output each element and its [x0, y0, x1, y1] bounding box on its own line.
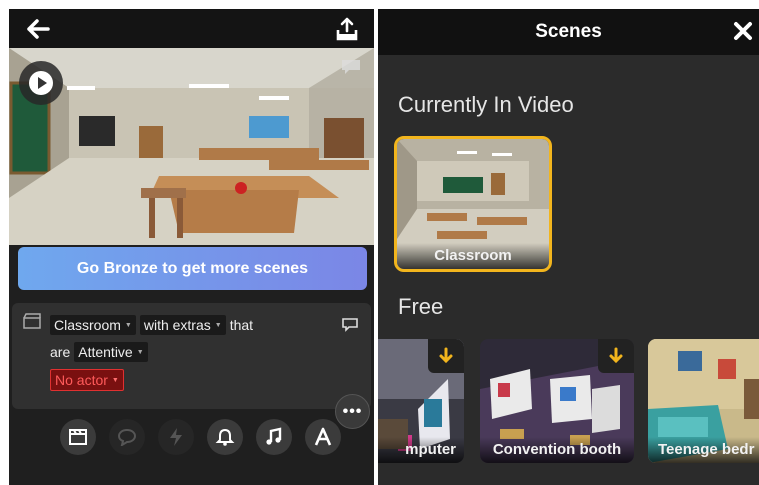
- download-badge[interactable]: [598, 339, 634, 373]
- free-heading: Free: [398, 294, 444, 319]
- scene-thumbnail-classroom[interactable]: Classroom: [394, 136, 552, 272]
- lightning-icon: [170, 428, 182, 446]
- actor-dropdown[interactable]: No actor ▼: [50, 369, 124, 391]
- dropdown-caret-icon: ▼: [111, 376, 119, 384]
- scene-line-1: Classroom ▼ with extras ▼ that: [50, 315, 257, 335]
- scene-thumbnail-computer[interactable]: mputer: [378, 339, 464, 463]
- scene-thumbnail-convention-booth[interactable]: Convention booth: [480, 339, 634, 463]
- actor-value: No actor: [55, 372, 108, 388]
- close-x-icon: [734, 22, 752, 40]
- that-text: that: [229, 317, 254, 333]
- scene-settings-card: Classroom ▼ with extras ▼ that are Atten…: [12, 303, 371, 409]
- dropdown-caret-icon: ▼: [136, 348, 144, 356]
- action-tool-button[interactable]: [158, 419, 194, 455]
- scene-preview[interactable]: [9, 48, 374, 245]
- close-button[interactable]: [733, 21, 753, 41]
- scene-line-2: are Attentive ▼: [50, 342, 152, 362]
- classroom-preview-image: [9, 48, 374, 245]
- mood-value: Attentive: [78, 344, 133, 360]
- text-tool-button[interactable]: [305, 419, 341, 455]
- back-button[interactable]: [23, 17, 53, 41]
- scene-label: Convention booth: [480, 437, 634, 463]
- arrow-left-icon: [27, 19, 50, 39]
- play-button[interactable]: [19, 61, 63, 105]
- bell-icon: [215, 428, 235, 446]
- scenes-header: Scenes: [378, 9, 759, 55]
- sound-effect-tool-button[interactable]: [207, 419, 243, 455]
- clapper-icon: [23, 313, 41, 334]
- play-icon: [29, 71, 53, 95]
- download-arrow-icon: [609, 347, 623, 364]
- scene-thumbnail-teenage-bedroom[interactable]: Teenage bedr: [648, 339, 759, 463]
- download-badge[interactable]: [428, 339, 464, 373]
- editor-panel: Go Bronze to get more scenes Classroom ▼…: [9, 9, 374, 485]
- scenes-panel: Scenes Currently In Video Classroom Free: [378, 9, 759, 485]
- currently-in-video-heading: Currently In Video: [398, 92, 574, 117]
- dialogue-tool-button[interactable]: [109, 419, 145, 455]
- speech-bubble-icon: [117, 428, 137, 446]
- go-bronze-button[interactable]: Go Bronze to get more scenes: [18, 247, 367, 290]
- comment-icon[interactable]: [338, 56, 364, 78]
- mood-dropdown[interactable]: Attentive ▼: [74, 342, 148, 362]
- music-note-icon: [266, 427, 282, 445]
- share-upload-icon: [336, 17, 358, 41]
- share-button[interactable]: [332, 15, 362, 43]
- scenes-title: Scenes: [535, 21, 602, 42]
- scene-dropdown[interactable]: Classroom ▼: [50, 315, 136, 335]
- music-tool-button[interactable]: [256, 419, 292, 455]
- editor-toolbar: [60, 419, 345, 459]
- scene-line-3: No actor ▼: [50, 369, 128, 391]
- scene-tool-button[interactable]: [60, 419, 96, 455]
- download-arrow-icon: [439, 347, 453, 364]
- scene-value: Classroom: [54, 317, 121, 333]
- scene-label: Teenage bedr: [648, 437, 759, 463]
- dialogue-icon[interactable]: [341, 317, 359, 338]
- extras-value: with extras: [143, 317, 211, 333]
- extras-dropdown[interactable]: with extras ▼: [139, 315, 226, 335]
- are-text: are: [50, 344, 71, 360]
- clapper-icon: [69, 429, 87, 445]
- dropdown-caret-icon: ▼: [214, 321, 222, 329]
- dropdown-caret-icon: ▼: [124, 321, 132, 329]
- text-a-icon: [314, 427, 332, 446]
- scene-label: mputer: [378, 437, 464, 463]
- editor-topbar: [9, 9, 374, 48]
- scene-label: Classroom: [397, 243, 549, 269]
